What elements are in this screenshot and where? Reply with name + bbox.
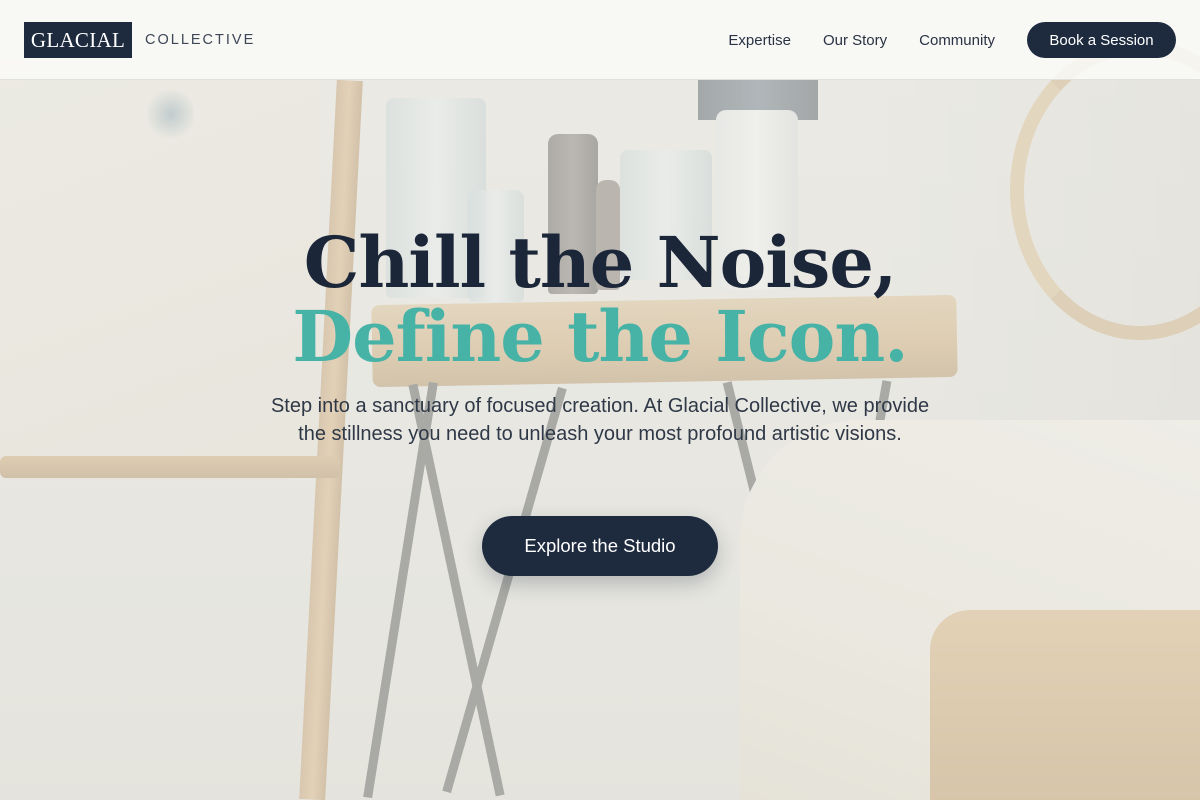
hero-section: Chill the Noise, Define the Icon. Step i… (0, 0, 1200, 800)
hero-description: Step into a sanctuary of focused creatio… (270, 395, 930, 445)
hero-headline-line-2: Define the Icon. (292, 295, 908, 378)
explore-studio-button[interactable]: Explore the Studio (482, 516, 718, 576)
hero-headline-line-1: Chill the Noise, (303, 221, 897, 304)
